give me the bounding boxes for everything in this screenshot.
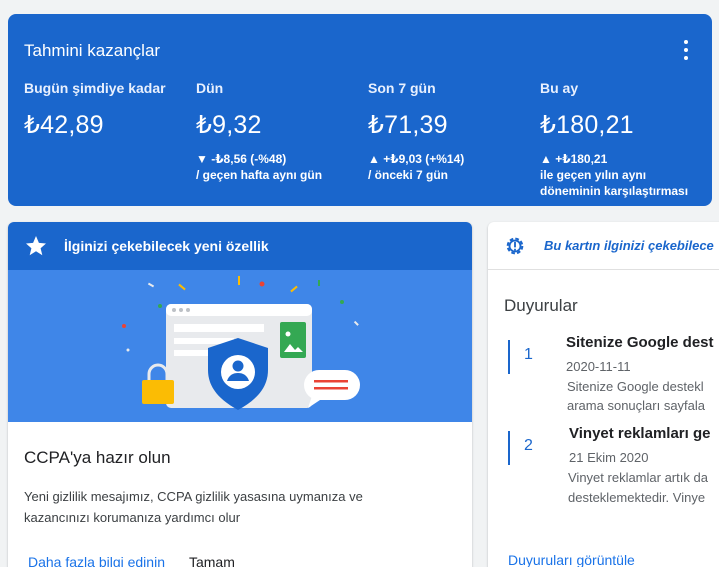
announcement-title: Vinyet reklamları ge (569, 425, 711, 442)
announcement-title: Sitenize Google dest (566, 334, 714, 351)
earnings-today[interactable]: Bugün şimdiye kadar ₺42,89 (24, 80, 189, 140)
earnings-label: Son 7 gün (368, 80, 436, 96)
announcement-desc-line2: arama sonuçları sayfala (567, 398, 706, 413)
new-feature-card: İlginizi çekebilecek yeni özellik CCPA'y… (8, 222, 472, 567)
earnings-compare: ile geçen yılın aynı döneminin karşılaşt… (540, 168, 689, 198)
announcement-desc-line1: Vinyet reklamlar artık da (568, 470, 708, 485)
announcements-card: Bu kartın ilginizi çekebilece Duyurular … (488, 222, 719, 567)
announcement-desc-line1: Sitenize Google destekl (567, 379, 704, 394)
earnings-label: Dün (196, 80, 224, 96)
announcement-marker (508, 340, 510, 374)
feature-card-header: İlginizi çekebilecek yeni özellik (8, 222, 472, 270)
earnings-delta: ▲ +₺180,21 (540, 152, 608, 166)
announcement-marker (508, 431, 510, 465)
view-announcements-link[interactable]: Duyuruları görüntüle (508, 552, 635, 567)
announcement-date: 21 Ekim 2020 (569, 450, 649, 465)
announcement-desc-line2: desteklemektedir. Vinye (568, 490, 706, 505)
feature-card-title: İlginizi çekebilecek yeni özellik (64, 238, 269, 254)
announcements-card-title: Bu kartın ilginizi çekebilece (544, 238, 714, 253)
earnings-yesterday[interactable]: Dün ₺9,32 ▼ -₺8,56 (-%48) / geçen hafta … (196, 80, 361, 183)
earnings-card: Tahmini kazançlar Bugün şimdiye kadar ₺4… (8, 14, 712, 206)
announcement-number: 2 (524, 437, 533, 454)
earnings-delta: ▼ -₺8,56 (-%48) (196, 152, 287, 166)
earnings-value: ₺180,21 (540, 111, 634, 139)
feature-heading: CCPA'ya hazır olun (24, 448, 171, 467)
feature-description: Yeni gizlilik mesajımız, CCPA gizlilik y… (24, 489, 363, 525)
earnings-compare: / geçen hafta aynı gün (196, 168, 323, 182)
earnings-compare: / önceki 7 gün (368, 168, 449, 182)
dismiss-button[interactable]: Tamam (189, 554, 235, 567)
earnings-this-month[interactable]: Bu ay ₺180,21 ▲ +₺180,21 ile geçen yılın… (540, 80, 700, 199)
announcements-card-header: Bu kartın ilginizi çekebilece (488, 222, 719, 270)
learn-more-link[interactable]: Daha fazla bilgi edinin (28, 554, 165, 567)
earnings-value: ₺71,39 (368, 111, 448, 139)
more-options-icon[interactable] (678, 40, 694, 60)
earnings-value: ₺42,89 (24, 111, 104, 139)
announcements-heading: Duyurular (504, 296, 578, 315)
star-icon (26, 236, 46, 256)
privacy-illustration (8, 270, 472, 422)
earnings-delta: ▲ +₺9,03 (+%14) (368, 152, 465, 166)
announcement-date: 2020-11-11 (566, 359, 631, 374)
earnings-label: Bugün şimdiye kadar (24, 80, 166, 96)
earnings-title: Tahmini kazançlar (24, 41, 161, 60)
announcement-number: 1 (524, 346, 533, 363)
privacy-illustration-art (122, 276, 360, 410)
earnings-label: Bu ay (540, 80, 579, 96)
settings-gear-icon (506, 237, 524, 254)
earnings-value: ₺9,32 (196, 111, 262, 139)
earnings-last-7-days[interactable]: Son 7 gün ₺71,39 ▲ +₺9,03 (+%14) / öncek… (368, 80, 533, 183)
